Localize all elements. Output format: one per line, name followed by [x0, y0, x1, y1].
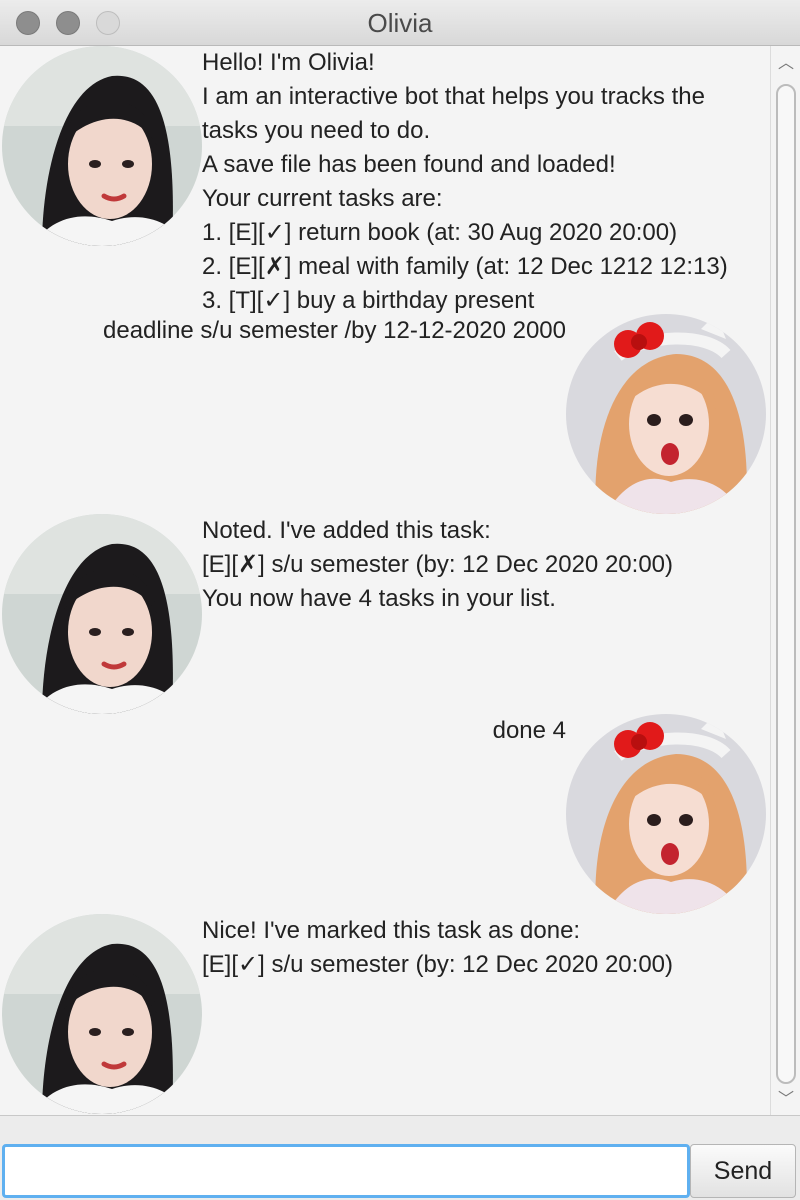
- chat-scroll-pane[interactable]: Hello! I'm Olivia! I am an interactive b…: [0, 46, 800, 1116]
- bot-message: Noted. I've added this task: [E][✗] s/u …: [202, 514, 673, 616]
- message-line: Noted. I've added this task:: [202, 517, 491, 544]
- user-avatar: [566, 314, 766, 514]
- bot-avatar: [2, 46, 202, 246]
- message-input[interactable]: [2, 1144, 690, 1198]
- user-avatar: [566, 714, 766, 914]
- message-line: 2. [E][✗] meal with family (at: 12 Dec 1…: [202, 253, 728, 280]
- chevron-down-icon[interactable]: ﹀: [771, 1084, 800, 1114]
- message-line: Your current tasks are:: [202, 185, 443, 212]
- bot-message: Hello! I'm Olivia! I am an interactive b…: [202, 46, 728, 318]
- message-line: 1. [E][✓] return book (at: 30 Aug 2020 2…: [202, 219, 678, 246]
- input-row: Send: [0, 1116, 800, 1200]
- message-line: Hello! I'm Olivia!: [202, 49, 375, 76]
- message-line: done 4: [492, 717, 566, 744]
- title-bar: Olivia: [0, 0, 800, 46]
- message-line: [E][✓] s/u semester (by: 12 Dec 2020 20:…: [202, 951, 673, 978]
- message-line: You now have 4 tasks in your list.: [202, 585, 556, 612]
- message-line: I am an interactive bot that helps you t…: [202, 83, 705, 110]
- message-line: 3. [T][✓] buy a birthday present: [202, 287, 535, 314]
- vertical-scrollbar[interactable]: ︿ ﹀: [770, 46, 800, 1115]
- user-message: deadline s/u semester /by 12-12-2020 200…: [103, 314, 566, 348]
- message-line: deadline s/u semester /by 12-12-2020 200…: [103, 317, 566, 344]
- scrollbar-thumb[interactable]: [776, 84, 796, 1084]
- message-line: Nice! I've marked this task as done:: [202, 917, 581, 944]
- bot-avatar: [2, 914, 202, 1114]
- message-line: A save file has been found and loaded!: [202, 151, 616, 178]
- bot-message: Nice! I've marked this task as done: [E]…: [202, 914, 673, 982]
- window-title: Olivia: [367, 8, 433, 38]
- bot-avatar: [2, 514, 202, 714]
- message-line: tasks you need to do.: [202, 117, 431, 144]
- message-line: [E][✗] s/u semester (by: 12 Dec 2020 20:…: [202, 551, 673, 578]
- user-message: done 4: [493, 714, 566, 748]
- chevron-up-icon[interactable]: ︿: [771, 48, 800, 78]
- send-button[interactable]: Send: [690, 1144, 796, 1198]
